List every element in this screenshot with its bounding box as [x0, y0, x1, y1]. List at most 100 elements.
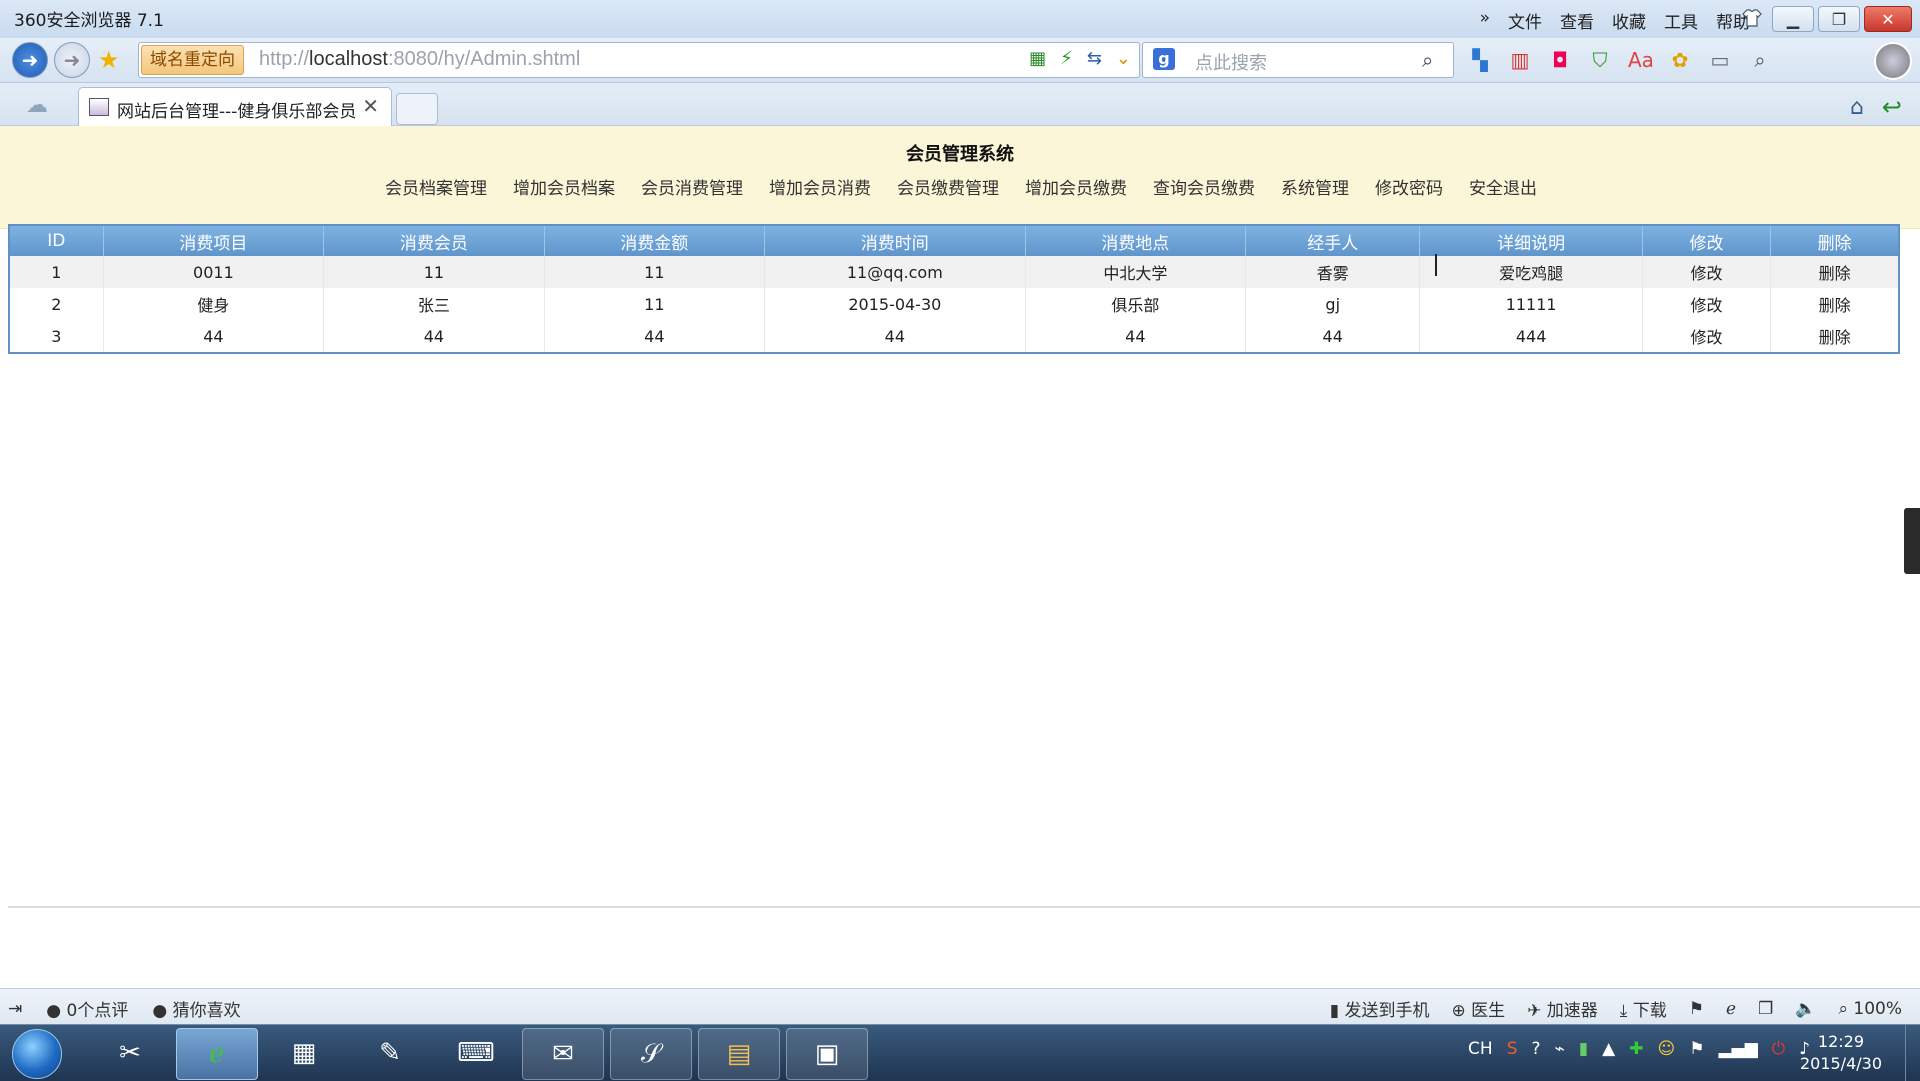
- network-icon[interactable]: ▂▄▆: [1718, 1039, 1757, 1059]
- delete-link[interactable]: 删除: [1770, 256, 1900, 288]
- clock[interactable]: 12:29 2015/4/30: [1800, 1031, 1882, 1075]
- column-header: ID: [9, 225, 104, 256]
- volume-icon[interactable]: 🔈: [1795, 999, 1816, 1019]
- accelerator-button[interactable]: ✈ 加速器: [1527, 996, 1598, 1021]
- delete-link[interactable]: 删除: [1770, 320, 1900, 353]
- nav-system-management[interactable]: 系统管理: [1279, 174, 1349, 199]
- skin-icon[interactable]: [1742, 9, 1762, 27]
- zoom-control[interactable]: ⌕ 100%: [1838, 999, 1902, 1019]
- send-to-phone-button[interactable]: ▮ 发送到手机: [1330, 996, 1430, 1021]
- security-tray-icon[interactable]: ✚: [1629, 1039, 1643, 1059]
- minimize-button[interactable]: ▁: [1772, 6, 1814, 32]
- user-avatar[interactable]: [1874, 42, 1912, 80]
- usb-icon[interactable]: ⌁: [1555, 1039, 1565, 1059]
- screenshot-icon[interactable]: ◘: [1548, 48, 1572, 72]
- chart-icon[interactable]: ▥: [1508, 48, 1532, 72]
- forward-button[interactable]: ➜: [54, 42, 90, 78]
- comments-button[interactable]: ● 0个点评: [46, 996, 128, 1021]
- address-bar[interactable]: 域名重定向 http://localhost:8080/hy/Admin.sht…: [138, 42, 1140, 78]
- favorite-star-icon[interactable]: ★: [98, 46, 120, 74]
- cell-handler: gj: [1245, 288, 1421, 320]
- new-tab-button[interactable]: [396, 93, 438, 125]
- qrcode-icon[interactable]: ▦: [1029, 48, 1046, 69]
- refresh-icon[interactable]: ⇆: [1087, 48, 1102, 69]
- translate-icon[interactable]: Aa: [1628, 48, 1654, 72]
- show-hidden-icon[interactable]: ▲: [1602, 1039, 1615, 1059]
- text-cursor-icon: [1435, 254, 1437, 276]
- dropdown-icon[interactable]: ⌄: [1116, 48, 1131, 69]
- edit-link[interactable]: 修改: [1642, 288, 1772, 320]
- folder-app-icon[interactable]: ▤: [698, 1028, 780, 1080]
- battery-icon[interactable]: ▮: [1579, 1039, 1588, 1059]
- title-bar: 360安全浏览器 7.1 » 文件 查看 收藏 工具 帮助 ▁ ❐ ✕: [0, 0, 1920, 39]
- cell-id: 2: [9, 288, 104, 320]
- browser-app-icon[interactable]: ℯ: [176, 1028, 258, 1080]
- window-icon[interactable]: ❐: [1758, 999, 1773, 1019]
- menu-tools[interactable]: 工具: [1664, 8, 1698, 33]
- nav-consumption-management[interactable]: 会员消费管理: [639, 174, 743, 199]
- start-button[interactable]: [12, 1029, 62, 1079]
- paint-app-icon[interactable]: ✎: [350, 1028, 430, 1078]
- keyboard-app-icon[interactable]: ⌨: [436, 1028, 516, 1078]
- language-indicator[interactable]: CH: [1468, 1039, 1493, 1059]
- help-icon[interactable]: ?: [1532, 1039, 1541, 1059]
- menu-file[interactable]: 文件: [1508, 8, 1542, 33]
- return-arrow-icon[interactable]: ↩: [1882, 93, 1902, 121]
- tab-title: 网站后台管理---健身俱乐部会员: [117, 102, 357, 122]
- column-header: 经手人: [1245, 225, 1421, 256]
- cell-time: 44: [764, 320, 1026, 353]
- search-engine-icon[interactable]: g: [1153, 48, 1175, 70]
- guess-you-like-button[interactable]: ● 猜你喜欢: [152, 996, 240, 1021]
- image-app-icon[interactable]: ▣: [786, 1028, 868, 1080]
- tools-app-icon[interactable]: ✂: [90, 1028, 170, 1078]
- restore-button[interactable]: ❐: [1818, 6, 1860, 32]
- power-icon[interactable]: ⏻: [1772, 1039, 1785, 1059]
- menu-favorites[interactable]: 收藏: [1612, 8, 1646, 33]
- pin-icon[interactable]: ⚑: [1689, 999, 1704, 1019]
- ime-icon[interactable]: S: [1507, 1039, 1518, 1059]
- calculator-app-icon[interactable]: ▦: [264, 1028, 344, 1078]
- search-placeholder[interactable]: 点此搜索: [1195, 49, 1267, 75]
- doctor-button[interactable]: ⊕ 医生: [1451, 996, 1505, 1021]
- sidebar-toggle-icon[interactable]: ⇥: [8, 999, 22, 1019]
- back-button[interactable]: ➜: [12, 42, 48, 78]
- image-icon[interactable]: ▭: [1708, 48, 1732, 72]
- search-icon[interactable]: ⌕: [1422, 48, 1433, 72]
- menu-more[interactable]: »: [1480, 8, 1490, 33]
- qq-icon[interactable]: ☺: [1657, 1039, 1675, 1059]
- zoom-icon[interactable]: ⌕: [1748, 48, 1772, 72]
- menu-view[interactable]: 查看: [1560, 8, 1594, 33]
- close-window-button[interactable]: ✕: [1864, 6, 1912, 32]
- domain-redirect-badge[interactable]: 域名重定向: [141, 45, 244, 75]
- url-text[interactable]: http://localhost:8080/hy/Admin.shtml: [259, 48, 580, 71]
- nav-logout[interactable]: 安全退出: [1467, 174, 1537, 199]
- nav-add-member-archive[interactable]: 增加会员档案: [511, 174, 615, 199]
- nav-add-payment[interactable]: 增加会员缴费: [1023, 174, 1127, 199]
- nav-add-consumption[interactable]: 增加会员消费: [767, 174, 871, 199]
- show-desktop-button[interactable]: [1905, 1025, 1920, 1081]
- nav-member-archive[interactable]: 会员档案管理: [383, 174, 487, 199]
- script-app-icon[interactable]: 𝒮: [610, 1028, 692, 1080]
- cloud-icon[interactable]: ☁: [26, 93, 48, 118]
- nav-payment-management[interactable]: 会员缴费管理: [895, 174, 999, 199]
- ie-mode-icon[interactable]: ℯ: [1726, 999, 1736, 1019]
- delete-link[interactable]: 删除: [1770, 288, 1900, 320]
- search-box[interactable]: g 点此搜索: [1142, 42, 1454, 78]
- nav-query-payment[interactable]: 查询会员缴费: [1151, 174, 1255, 199]
- game-icon[interactable]: ✿: [1668, 48, 1692, 72]
- apps-icon[interactable]: ▚: [1468, 48, 1492, 72]
- edit-link[interactable]: 修改: [1642, 256, 1772, 288]
- close-tab-icon[interactable]: ✕: [362, 94, 379, 118]
- document-app-icon[interactable]: ✉: [522, 1028, 604, 1080]
- shield-icon[interactable]: ⛉: [1588, 48, 1612, 72]
- edit-link[interactable]: 修改: [1642, 320, 1772, 353]
- tab-admin[interactable]: 网站后台管理---健身俱乐部会员 ✕: [78, 87, 392, 126]
- arrow-right-icon: ➜: [63, 48, 81, 72]
- home-icon[interactable]: ⌂: [1850, 95, 1864, 120]
- side-panel-handle[interactable]: [1904, 508, 1920, 574]
- flag-icon[interactable]: ⚑: [1689, 1039, 1704, 1059]
- nav-change-password[interactable]: 修改密码: [1373, 174, 1443, 199]
- cell-handler: 香雾: [1245, 256, 1421, 288]
- download-button[interactable]: ⤓ 下载: [1620, 996, 1667, 1021]
- lightning-icon[interactable]: ⚡: [1060, 48, 1073, 69]
